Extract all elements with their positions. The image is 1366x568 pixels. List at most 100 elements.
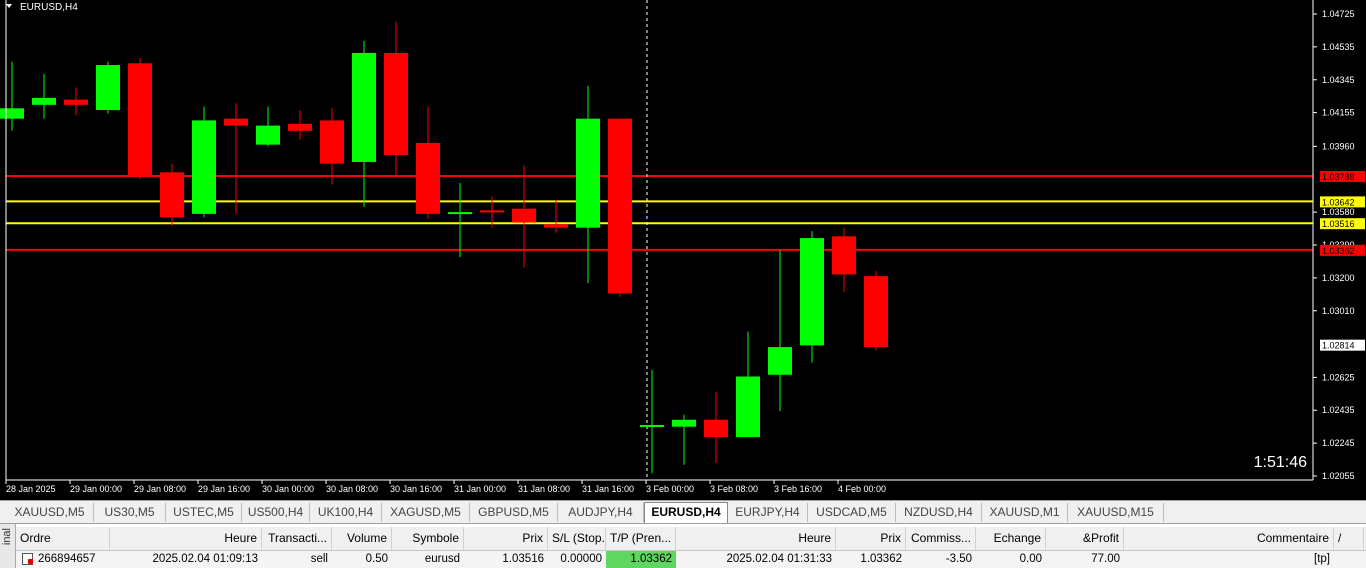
table-cell: 1.03516 bbox=[502, 553, 544, 565]
table-row[interactable]: 266894657 2025.02.04 01:09:13 sell 0.50 euru… bbox=[16, 551, 1366, 568]
column-header[interactable]: S/L (Stop... bbox=[548, 527, 606, 550]
tab-uk100-h4[interactable]: UK100,H4 bbox=[310, 503, 382, 522]
candle bbox=[832, 227, 856, 292]
price-marker: 1.03362 bbox=[1320, 244, 1365, 256]
candle-body bbox=[736, 376, 760, 438]
time-tick-label: 3 Feb 16:00 bbox=[774, 484, 822, 494]
tab-us500-h4[interactable]: US500,H4 bbox=[242, 503, 310, 522]
time-axis: 28 Jan 2025 29 Jan 00:00 29 Jan 08:00 29 Ja… bbox=[5, 480, 886, 494]
candle-body bbox=[352, 52, 376, 162]
candle-body bbox=[768, 347, 792, 375]
symbol-label: EURUSD,H4 bbox=[20, 2, 78, 13]
tab-eurjpy-h4[interactable]: EURJPY,H4 bbox=[728, 503, 808, 522]
table-cell: 0.50 bbox=[365, 553, 388, 565]
candle-body bbox=[832, 236, 856, 275]
candle bbox=[640, 369, 664, 474]
tab-xauusd-m1[interactable]: XAUUSD,M1 bbox=[982, 503, 1068, 522]
candle-body bbox=[128, 63, 152, 176]
table-cell: [tp] bbox=[1314, 553, 1330, 565]
time-tick-label: 30 Jan 00:00 bbox=[262, 484, 314, 494]
candle bbox=[448, 182, 472, 258]
tab-gbpusd-m5[interactable]: GBPUSD,M5 bbox=[470, 503, 558, 522]
column-header[interactable]: &Profit bbox=[1046, 527, 1124, 550]
candle bbox=[384, 21, 408, 176]
column-header[interactable]: T/P (Pren... bbox=[606, 527, 676, 550]
tab-xauusd-m15[interactable]: XAUUSD,M15 bbox=[1068, 503, 1164, 522]
column-header[interactable]: Prix bbox=[464, 527, 548, 550]
candle bbox=[96, 61, 120, 114]
candle bbox=[64, 87, 88, 116]
table-cell: -3.50 bbox=[945, 553, 972, 565]
candle bbox=[0, 61, 24, 131]
column-header[interactable]: Echange bbox=[976, 527, 1046, 550]
candle bbox=[160, 163, 184, 226]
terminal-header-row: Ordre Heure Transacti... Volume Symbole Prix S… bbox=[16, 527, 1366, 551]
collapse-triangle-icon[interactable] bbox=[6, 4, 12, 8]
tab-eurusd-h4[interactable]: EURUSD,H4 bbox=[644, 502, 728, 523]
table-cell: 77.00 bbox=[1091, 553, 1120, 565]
candle bbox=[288, 110, 312, 140]
price-marker-label: 1.03789 bbox=[1322, 172, 1355, 182]
tab-us30-m5[interactable]: US30,M5 bbox=[94, 503, 166, 522]
price-marker: 1.03516 bbox=[1320, 218, 1365, 230]
candle bbox=[704, 392, 728, 464]
tab-audjpy-h4[interactable]: AUDJPY,H4 bbox=[558, 503, 644, 522]
column-header[interactable]: Heure bbox=[110, 527, 262, 550]
chart-canvas[interactable]: 1.04725 1.04535 1.04345 1.04155 1.03960 1.035… bbox=[0, 0, 1366, 500]
column-header[interactable]: Prix bbox=[836, 527, 906, 550]
column-header[interactable]: Heure bbox=[676, 527, 836, 550]
table-cell: sell bbox=[310, 553, 328, 565]
tab-xagusd-m5[interactable]: XAGUSD,M5 bbox=[382, 503, 470, 522]
column-header[interactable]: / bbox=[1334, 527, 1364, 550]
price-chart[interactable]: 1.04725 1.04535 1.04345 1.04155 1.03960 1.035… bbox=[0, 0, 1366, 500]
candle-body bbox=[864, 276, 888, 348]
candle bbox=[512, 165, 536, 268]
candle-body bbox=[608, 118, 632, 294]
candle bbox=[416, 106, 440, 220]
candle bbox=[32, 73, 56, 119]
terminal-panel: inal Ordre Heure Transacti... Volume Symbole… bbox=[0, 524, 1366, 568]
chart-labels: EURUSD,H4 1:51:46 bbox=[6, 2, 1307, 471]
candle-body bbox=[800, 238, 824, 346]
column-header[interactable]: Ordre bbox=[16, 527, 110, 550]
candle bbox=[320, 108, 344, 185]
time-tick-label: 3 Feb 08:00 bbox=[710, 484, 758, 494]
time-tick-label: 28 Jan 2025 bbox=[6, 484, 56, 494]
candle bbox=[672, 414, 696, 465]
column-header[interactable]: Commiss... bbox=[906, 527, 976, 550]
time-tick-label: 31 Jan 08:00 bbox=[518, 484, 570, 494]
candle-body bbox=[288, 123, 312, 131]
column-header[interactable]: Symbole bbox=[392, 527, 464, 550]
table-cell: 2025.02.04 01:09:13 bbox=[152, 553, 258, 565]
candle bbox=[576, 85, 600, 284]
candle-body bbox=[480, 210, 504, 213]
column-header[interactable]: Volume bbox=[332, 527, 392, 550]
tab-nzdusd-h4[interactable]: NZDUSD,H4 bbox=[896, 503, 982, 522]
table-cell: 1.03362 bbox=[860, 553, 902, 565]
price-tick-label: 1.03200 bbox=[1322, 273, 1355, 283]
price-tick-label: 1.04535 bbox=[1322, 42, 1355, 52]
candle-body bbox=[384, 52, 408, 156]
candle-body bbox=[512, 208, 536, 223]
column-header[interactable]: Commentaire bbox=[1124, 527, 1334, 550]
candle-body bbox=[320, 120, 344, 164]
price-marker: 1.02814 bbox=[1320, 339, 1365, 351]
tab-usdcad-m5[interactable]: USDCAD,M5 bbox=[808, 503, 896, 522]
column-header[interactable]: Transacti... bbox=[262, 527, 332, 550]
order-icon bbox=[22, 553, 33, 565]
time-tick-label: 31 Jan 00:00 bbox=[454, 484, 506, 494]
time-tick-label: 3 Feb 00:00 bbox=[646, 484, 694, 494]
table-cell: 0.00 bbox=[1019, 553, 1042, 565]
tab-ustec-m5[interactable]: USTEC,M5 bbox=[166, 503, 242, 522]
price-tick-label: 1.02055 bbox=[1322, 471, 1355, 481]
candle-body bbox=[224, 118, 248, 126]
tab-xauusd-m5[interactable]: XAUUSD,M5 bbox=[6, 503, 94, 522]
candle-body bbox=[0, 108, 24, 119]
candlesticks bbox=[0, 21, 888, 474]
candle bbox=[864, 270, 888, 351]
candle bbox=[608, 118, 632, 297]
candle bbox=[736, 331, 760, 438]
candle-body bbox=[32, 97, 56, 105]
chart-tabs-bar: XAUUSD,M5 US30,M5 USTEC,M5 US500,H4 UK100,H4… bbox=[0, 500, 1366, 524]
price-tick-label: 1.03960 bbox=[1322, 141, 1355, 151]
